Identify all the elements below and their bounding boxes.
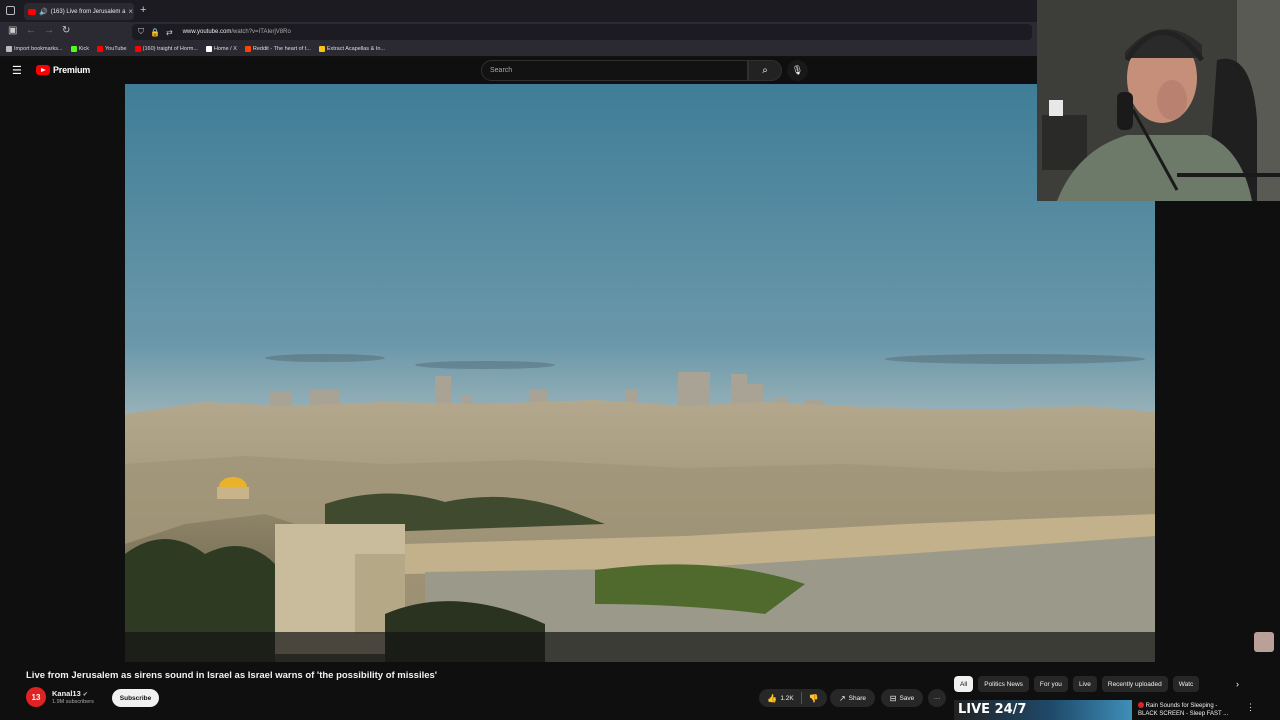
youtube-play-icon	[36, 65, 50, 75]
channel-name[interactable]: Kanal13 ✔	[52, 689, 88, 698]
bookmark-item[interactable]: YouTube	[97, 46, 127, 52]
search-button[interactable]: ⌕	[748, 60, 782, 81]
bookmark-favicon-icon	[70, 46, 77, 52]
tab-list-icon[interactable]	[6, 6, 15, 15]
video-player[interactable]	[125, 84, 1155, 662]
youtube-favicon-icon	[28, 8, 36, 15]
bookmark-label: Kick	[78, 46, 89, 52]
bookmark-item[interactable]: Import bookmarks...	[6, 46, 63, 52]
verified-badge-icon: ✔	[82, 692, 88, 698]
more-actions-button[interactable]: ···	[928, 689, 946, 707]
reload-icon[interactable]: ↻	[62, 25, 70, 36]
live-dot-icon	[1138, 702, 1144, 709]
share-icon: ↗	[838, 693, 846, 703]
bookmark-label: Reddit - The heart of t...	[252, 46, 311, 52]
bookmark-favicon-icon	[205, 46, 212, 52]
chip-4[interactable]: Recently uploaded	[1101, 676, 1168, 692]
voice-search-button[interactable]: 🎙	[787, 60, 808, 81]
video-title: Live from Jerusalem as sirens sound in I…	[26, 670, 438, 681]
shield-icon[interactable]: ⛉	[138, 27, 144, 37]
menu-icon[interactable]: ☰	[12, 64, 22, 77]
browser-tab-active[interactable]: 🔊 (163) Live from Jerusalem a ×	[24, 3, 134, 20]
bookmark-favicon-icon	[244, 46, 251, 52]
video-frame-cityscape	[125, 372, 1155, 662]
bookmark-item[interactable]: Kick	[70, 46, 89, 52]
share-button[interactable]: ↗ Share	[830, 689, 875, 707]
tab-title: (163) Live from Jerusalem a	[50, 8, 126, 15]
bookmark-label: YouTube	[105, 46, 127, 52]
bookmark-label: Home / X	[213, 46, 237, 52]
address-bar[interactable]: ⛉ 🔒 ⇄ www.youtube.com/watch?v=ITAIerjV8R…	[132, 24, 1032, 40]
streamer-webcam-image	[1037, 0, 1280, 201]
like-count[interactable]: 1.2K	[780, 695, 793, 702]
subscribe-button[interactable]: Subscribe	[112, 689, 159, 707]
save-label: Save	[899, 694, 915, 702]
thumbnail-live-text: LIVE 24/7	[958, 702, 1027, 717]
like-icon[interactable]: 👍	[767, 694, 777, 703]
url-text[interactable]: www.youtube.com/watch?v=ITAIerjV8Ro	[183, 29, 291, 35]
lock-icon[interactable]: 🔒	[150, 28, 160, 37]
forward-arrow-icon[interactable]: →	[44, 25, 54, 36]
share-label: Share	[848, 694, 867, 702]
bookmark-favicon-icon	[97, 46, 103, 52]
permissions-icon[interactable]: ⇄	[166, 28, 173, 37]
bookmark-item[interactable]: Reddit - The heart of t...	[244, 46, 311, 52]
bookmark-favicon-icon	[6, 46, 12, 52]
recommended-video-title[interactable]: Rain Sounds for Sleeping - BLACK SCREEN …	[1138, 702, 1238, 718]
search-icon: ⌕	[762, 65, 768, 76]
bookmark-label: (160) traight of Horm...	[142, 46, 198, 52]
chip-2[interactable]: For you	[1033, 676, 1068, 692]
new-tab-button[interactable]: +	[140, 4, 146, 16]
youtube-logo[interactable]: Premium	[36, 65, 90, 75]
chevron-right-icon[interactable]: ›	[1236, 679, 1239, 689]
kebab-menu-icon[interactable]: ⋮	[1246, 702, 1255, 713]
dislike-icon[interactable]: 👎	[809, 694, 819, 703]
close-tab-icon[interactable]: ×	[128, 7, 133, 16]
bookmark-favicon-icon	[318, 46, 325, 52]
chip-3[interactable]: Live	[1072, 676, 1097, 692]
bookmark-icon: ⊟	[889, 693, 897, 703]
save-button[interactable]: ⊟ Save	[881, 689, 923, 707]
recommended-video-thumbnail[interactable]: LIVE 24/7	[954, 700, 1132, 720]
bookmark-item[interactable]: (160) traight of Horm...	[134, 46, 198, 52]
chip-1[interactable]: Politics News	[978, 676, 1029, 692]
webcam-overlay	[1037, 0, 1280, 201]
bookmark-favicon-icon	[134, 46, 141, 52]
bookmark-label: Extract Acapellas & In...	[326, 46, 385, 52]
sidebar-toggle-icon[interactable]: ▣	[8, 25, 17, 36]
divider	[800, 692, 802, 704]
subscriber-count: 1.9M subscribers	[52, 699, 94, 705]
speaker-icon[interactable]: 🔊	[39, 8, 48, 16]
search-input[interactable]: Search	[481, 60, 748, 81]
bookmark-item[interactable]: Home / X	[205, 46, 237, 52]
logo-text: Premium	[53, 65, 91, 75]
like-dislike-group: 👍 1.2K 👎	[759, 689, 827, 707]
chat-avatar-thumbnail[interactable]	[1254, 632, 1274, 652]
channel-avatar[interactable]: 13	[26, 687, 46, 707]
bookmark-label: Import bookmarks...	[14, 46, 63, 52]
back-arrow-icon[interactable]: ←	[26, 25, 36, 36]
chip-0[interactable]: All	[954, 676, 974, 692]
filter-chips: All Politics News For you Live Recently uplo…	[954, 676, 1208, 692]
microphone-icon: 🎙	[791, 65, 804, 75]
chip-5[interactable]: Watc	[1172, 676, 1200, 692]
bookmark-item[interactable]: Extract Acapellas & In...	[318, 46, 385, 52]
